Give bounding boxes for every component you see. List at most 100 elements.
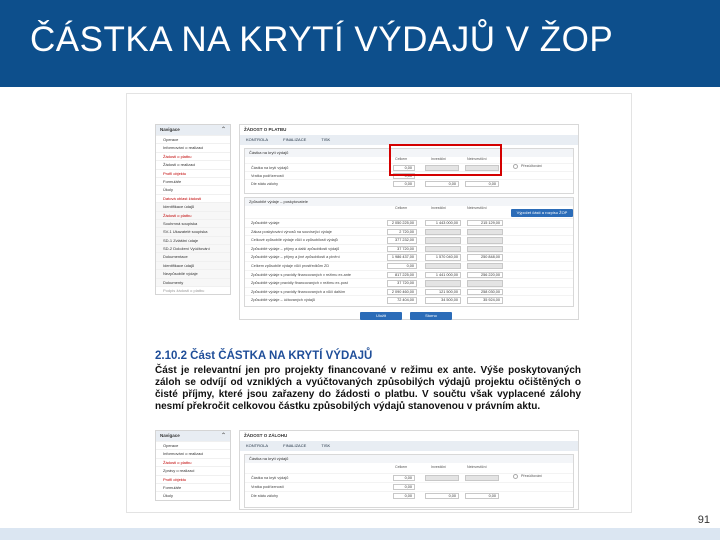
amount-row: Vratka podřízenosti 0,00 — [245, 482, 573, 491]
total-value[interactable]: 2 720,00 — [387, 228, 417, 235]
noninvestment-value[interactable]: 0,00 — [465, 181, 499, 188]
row-label: Vratka podřízenosti — [251, 485, 284, 489]
total-value[interactable]: 0,00 — [393, 493, 415, 500]
noninvestment-value[interactable]: 0,00 — [465, 493, 499, 500]
panel-title: ŽÁDOST O ZÁLOHU — [244, 433, 288, 438]
investment-value[interactable] — [425, 263, 461, 270]
nav-item[interactable]: Dokumenty — [156, 277, 230, 287]
nav-item[interactable]: Identifikace údajů — [156, 260, 230, 270]
nav-item[interactable]: SD-2 Doložení Vyúčtování — [156, 244, 230, 253]
application-screenshot-1: Navigace ⌃ Operace Informování o realizac… — [155, 124, 579, 320]
investment-value[interactable]: 34 500,00 — [425, 297, 461, 304]
total-value[interactable]: 0,00 — [393, 181, 415, 188]
navigation-header[interactable]: Navigace ⌃ — [156, 125, 230, 135]
nav-item[interactable]: Žádosti o platbu — [156, 151, 230, 160]
column-header-investment: Investiční — [431, 465, 447, 469]
application-screenshot-2: Navigace ⌃ Operace Informování o realizac… — [155, 430, 579, 510]
total-value[interactable]: 37 720,00 — [387, 245, 417, 253]
save-button[interactable]: Uložit — [360, 312, 402, 320]
nav-item[interactable]: Profil objektu — [156, 474, 230, 483]
reconciliation-radio[interactable] — [513, 474, 518, 479]
control-button[interactable]: KONTROLA — [246, 443, 268, 448]
total-value[interactable]: 37 720,00 — [387, 280, 417, 287]
nav-item[interactable]: Operace — [156, 135, 230, 143]
noninvestment-value[interactable]: 250 848,00 — [467, 254, 503, 261]
total-value[interactable]: 1 986 437,00 — [387, 254, 417, 261]
noninvestment-value[interactable]: 215 129,00 — [467, 220, 503, 227]
chevron-up-icon[interactable]: ⌃ — [221, 125, 226, 135]
print-button[interactable]: TISK — [321, 443, 330, 448]
nav-item[interactable]: Podpis žádosti o platbu — [156, 286, 230, 294]
nav-item[interactable]: Úkoly — [156, 185, 230, 193]
total-value[interactable]: 72 404,00 — [387, 297, 417, 304]
nav-item[interactable]: Datová oblast žádosti — [156, 193, 230, 202]
control-button[interactable]: KONTROLA — [246, 137, 268, 142]
noninvestment-value[interactable] — [467, 245, 503, 253]
content-frame: Navigace ⌃ Operace Informování o realizac… — [126, 93, 632, 513]
investment-value[interactable]: 121 500,00 — [425, 288, 461, 296]
total-value[interactable]: 2 050 225,00 — [387, 220, 417, 227]
investment-value[interactable] — [425, 280, 461, 287]
nav-item[interactable]: Formuláře — [156, 482, 230, 491]
nav-item[interactable]: Zprávy o realizaci — [156, 466, 230, 474]
nav-item[interactable]: Žádosti o platbu — [156, 210, 230, 219]
reconciliation-radio[interactable] — [513, 164, 518, 169]
noninvestment-value[interactable]: 258 030,00 — [467, 288, 503, 296]
noninvestment-value[interactable] — [467, 237, 503, 244]
highlight-box — [389, 144, 502, 176]
investment-value[interactable] — [425, 475, 459, 482]
nav-item[interactable]: Souhrnná soupiska — [156, 218, 230, 228]
finalize-button[interactable]: FINALIZACE — [283, 137, 306, 142]
nav-item[interactable]: Informování o realizaci — [156, 449, 230, 457]
expense-row: Způsobilé výdaje – příjmy a další způsob… — [245, 243, 573, 253]
total-value[interactable]: 0,00 — [393, 475, 415, 482]
nav-item[interactable]: Dokumentace — [156, 252, 230, 261]
total-value[interactable]: 377 232,00 — [387, 237, 417, 244]
navigation-header[interactable]: Navigace ⌃ — [156, 431, 230, 441]
noninvestment-value[interactable] — [467, 228, 503, 235]
nav-item[interactable]: Nezpůsobilé výdaje — [156, 269, 230, 278]
total-value[interactable]: 817 225,00 — [387, 271, 417, 278]
investment-value[interactable]: 1 443 000,00 — [425, 220, 461, 227]
nav-item[interactable]: Žádosti o realizaci — [156, 160, 230, 168]
calculate-button[interactable]: Výpočet částí a rozpisu ŽOP — [511, 209, 573, 217]
print-button[interactable]: TISK — [321, 137, 330, 142]
nav-item[interactable]: SD-1 Zvláštní údaje — [156, 235, 230, 245]
investment-value[interactable] — [425, 237, 461, 244]
noninvestment-value[interactable]: 35 924,00 — [467, 297, 503, 304]
noninvestment-value[interactable] — [465, 475, 499, 482]
nav-item[interactable]: Operace — [156, 441, 230, 449]
nav-item[interactable]: SV-1 Ukazatelé soupiska — [156, 227, 230, 236]
nav-item[interactable]: Profil objektu — [156, 168, 230, 177]
nav-item[interactable]: Žádosti o platbu — [156, 457, 230, 466]
footer-strip — [0, 528, 720, 540]
noninvestment-value[interactable]: 256 220,00 — [467, 271, 503, 278]
nav-item[interactable]: Identifikace údajů — [156, 202, 230, 211]
cancel-button[interactable]: Storno — [410, 312, 452, 320]
navigation-panel: Navigace ⌃ Operace Informování o realizac… — [155, 430, 231, 501]
noninvestment-value[interactable] — [467, 280, 503, 287]
chevron-up-icon[interactable]: ⌃ — [221, 431, 226, 441]
amount-section: Částka na krytí výdajů Celkem Investiční… — [244, 454, 574, 508]
reconciliation-label: Přezúčtování — [521, 164, 542, 168]
panel-title: ŽÁDOST O PLATBU — [244, 127, 287, 132]
total-value[interactable]: 2 090 460,00 — [387, 288, 417, 296]
nav-item[interactable]: Úkoly — [156, 491, 230, 499]
investment-value[interactable]: 1 570 040,00 — [425, 254, 461, 261]
nav-item[interactable]: Informování o realizaci — [156, 143, 230, 151]
noninvestment-value[interactable] — [467, 263, 503, 270]
investment-value[interactable] — [425, 245, 461, 253]
slide-title: ČÁSTKA NA KRYTÍ VÝDAJŮ V ŽOP — [30, 20, 614, 59]
row-label: Dle státu zálohy — [251, 182, 279, 186]
nav-item[interactable]: Formuláře — [156, 176, 230, 185]
investment-value[interactable]: 0,00 — [425, 181, 459, 188]
investment-value[interactable]: 0,00 — [425, 493, 459, 500]
description-paragraph: Část je relevantní jen pro projekty fina… — [155, 365, 581, 412]
eligible-expenses-section: Způsobilé výdaje – poskytovatele Celkem … — [244, 197, 574, 307]
investment-value[interactable]: 1 441 000,00 — [425, 271, 461, 278]
total-value[interactable]: 0,00 — [387, 263, 417, 270]
finalize-button[interactable]: FINALIZACE — [283, 443, 306, 448]
investment-value[interactable] — [425, 228, 461, 235]
total-value[interactable]: 0,00 — [393, 484, 415, 491]
page-number: 91 — [697, 514, 710, 526]
